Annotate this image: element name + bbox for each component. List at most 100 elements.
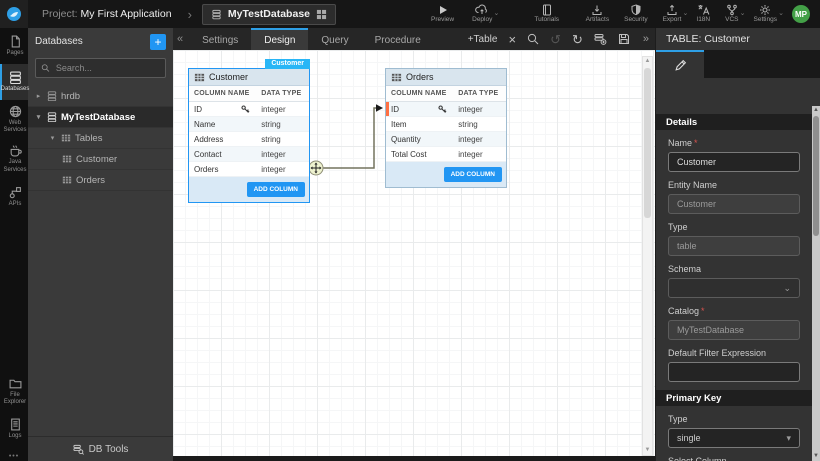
table-row[interactable]: Name string: [189, 117, 309, 132]
logo-icon: [6, 6, 22, 22]
artifacts-button[interactable]: Artifacts: [586, 4, 609, 24]
orders-table-header[interactable]: Orders: [386, 69, 506, 86]
undo-icon[interactable]: ↺: [550, 33, 561, 46]
export-caret-icon: ⌄: [683, 10, 689, 17]
preview-button[interactable]: Preview: [431, 4, 454, 24]
vcs-button[interactable]: VCS ⌄: [725, 4, 738, 24]
vcs-caret-icon: ⌄: [740, 10, 746, 17]
expand-panel-icon[interactable]: »: [643, 33, 649, 45]
tree-item-customer[interactable]: Customer: [28, 149, 173, 170]
scroll-down-icon[interactable]: ▼: [812, 452, 820, 461]
db-tools-icon: [73, 444, 84, 455]
edit-tab[interactable]: [656, 50, 704, 78]
table-row[interactable]: Quantity integer: [386, 132, 506, 147]
globe-icon: [9, 105, 22, 118]
table-row[interactable]: Address string: [189, 132, 309, 147]
project-name: My First Application: [81, 8, 172, 20]
tree-item-orders[interactable]: Orders: [28, 170, 173, 191]
tree-expanded-icon[interactable]: ▾: [48, 134, 57, 142]
table-row[interactable]: ID integer: [386, 102, 506, 117]
pk-type-select[interactable]: single ▾: [668, 428, 800, 448]
add-database-button[interactable]: +: [150, 34, 166, 50]
log-file-icon: [9, 418, 22, 431]
databases-panel: Databases + ▸ hrdb ▾ MyTestD: [28, 28, 173, 461]
deploy-button[interactable]: Deploy ⌄: [472, 4, 492, 24]
default-filter-input[interactable]: [668, 362, 800, 382]
settings-button[interactable]: Settings ⌄: [754, 4, 778, 24]
caret-down-icon: ▾: [786, 433, 791, 444]
i18n-button[interactable]: I18N: [696, 4, 710, 24]
tab-query[interactable]: Query: [308, 28, 361, 50]
sidebar-item-apis[interactable]: APIs: [0, 179, 28, 215]
tab-procedure[interactable]: Procedure: [362, 28, 434, 50]
db-tools-button[interactable]: DB Tools: [28, 436, 173, 461]
export-button[interactable]: Export ⌄: [663, 4, 682, 24]
project-label: Project:: [42, 8, 78, 20]
database-tab[interactable]: MyTestDatabase: [202, 4, 336, 25]
tab-design[interactable]: Design: [251, 28, 308, 50]
schema-design-canvas[interactable]: Customer Customer COLUMN NAME DATA TYPE …: [173, 50, 655, 461]
user-avatar[interactable]: MP: [792, 5, 810, 23]
type-input[interactable]: [668, 236, 800, 256]
table-row[interactable]: Contact integer: [189, 147, 309, 162]
breadcrumb-chevron-icon: ›: [188, 7, 192, 22]
security-button[interactable]: Security: [624, 4, 647, 24]
redo-icon[interactable]: ↻: [572, 33, 583, 46]
table-row[interactable]: Orders integer: [189, 162, 309, 177]
field-entity-name: Entity Name: [668, 180, 800, 214]
branch-icon: [726, 4, 738, 16]
scrollbar-thumb[interactable]: [813, 116, 819, 236]
zoom-search-icon[interactable]: [527, 33, 539, 45]
add-column-button[interactable]: ADD COLUMN: [247, 182, 305, 197]
tree-item-hrdb[interactable]: ▸ hrdb: [28, 86, 173, 107]
sidebar-item-logs[interactable]: Logs: [0, 411, 28, 447]
database-icon: [47, 91, 57, 101]
deploy-caret-icon: ⌄: [493, 10, 499, 17]
orders-table-widget[interactable]: Orders COLUMN NAME DATA TYPE ID integer …: [385, 68, 507, 188]
scroll-up-icon[interactable]: ▲: [643, 57, 652, 66]
tree-item-tables[interactable]: ▾ Tables: [28, 128, 173, 149]
sidebar-item-web-services[interactable]: Web Services: [0, 100, 28, 139]
inspector-body: Details Name* Entity Name Type Schema ⌄: [656, 106, 812, 461]
tree-item-mytestdatabase[interactable]: ▾ MyTestDatabase: [28, 107, 173, 128]
tab-settings[interactable]: Settings: [189, 28, 251, 50]
customer-table-header[interactable]: Customer: [189, 69, 309, 86]
add-column-button[interactable]: ADD COLUMN: [444, 167, 502, 182]
tree-expanded-icon[interactable]: ▾: [34, 113, 43, 121]
artifacts-download-icon: [591, 4, 603, 16]
settings-caret-icon: ⌄: [778, 10, 784, 17]
catalog-input[interactable]: [668, 320, 800, 340]
more-options-icon[interactable]: •••: [0, 453, 28, 460]
entity-name-input[interactable]: [668, 194, 800, 214]
tree-collapsed-icon[interactable]: ▸: [34, 92, 43, 100]
sidebar-item-java-services[interactable]: Java Services: [0, 139, 28, 178]
table-row[interactable]: Item string: [386, 117, 506, 132]
sync-database-icon[interactable]: [594, 33, 607, 45]
add-table-button[interactable]: +Table: [468, 34, 498, 45]
tutorials-button[interactable]: Tutorials: [534, 4, 559, 24]
schema-select[interactable]: ⌄: [668, 278, 800, 298]
relation-drag-handle: [309, 161, 323, 175]
wavemaker-logo[interactable]: [0, 0, 28, 28]
left-nav-rail: Pages Databases Web Services: [0, 28, 28, 461]
sidebar-item-pages[interactable]: Pages: [0, 28, 28, 64]
sidebar-item-databases[interactable]: Databases: [0, 64, 28, 100]
canvas-vertical-scrollbar[interactable]: ▲ ▼: [642, 56, 653, 456]
customer-table-widget[interactable]: Customer Customer COLUMN NAME DATA TYPE …: [188, 68, 310, 203]
table-row[interactable]: ID integer: [189, 102, 309, 117]
database-tab-label: MyTestDatabase: [228, 8, 310, 20]
scroll-up-icon[interactable]: ▲: [812, 106, 820, 115]
scroll-down-icon[interactable]: ▼: [643, 446, 652, 455]
database-search[interactable]: [35, 58, 166, 78]
name-input[interactable]: [668, 152, 800, 172]
coffee-cup-icon: [9, 144, 22, 157]
collapse-panel-icon[interactable]: «: [177, 33, 183, 45]
search-input[interactable]: [54, 62, 160, 74]
sidebar-item-file-explorer[interactable]: File Explorer: [0, 372, 28, 411]
book-icon: [541, 4, 553, 16]
inspector-scrollbar[interactable]: ▲ ▼: [812, 106, 820, 461]
delete-icon[interactable]: ×: [508, 33, 516, 46]
save-icon[interactable]: [618, 33, 630, 45]
table-row[interactable]: Total Cost integer: [386, 147, 506, 162]
scrollbar-thumb[interactable]: [644, 68, 651, 218]
